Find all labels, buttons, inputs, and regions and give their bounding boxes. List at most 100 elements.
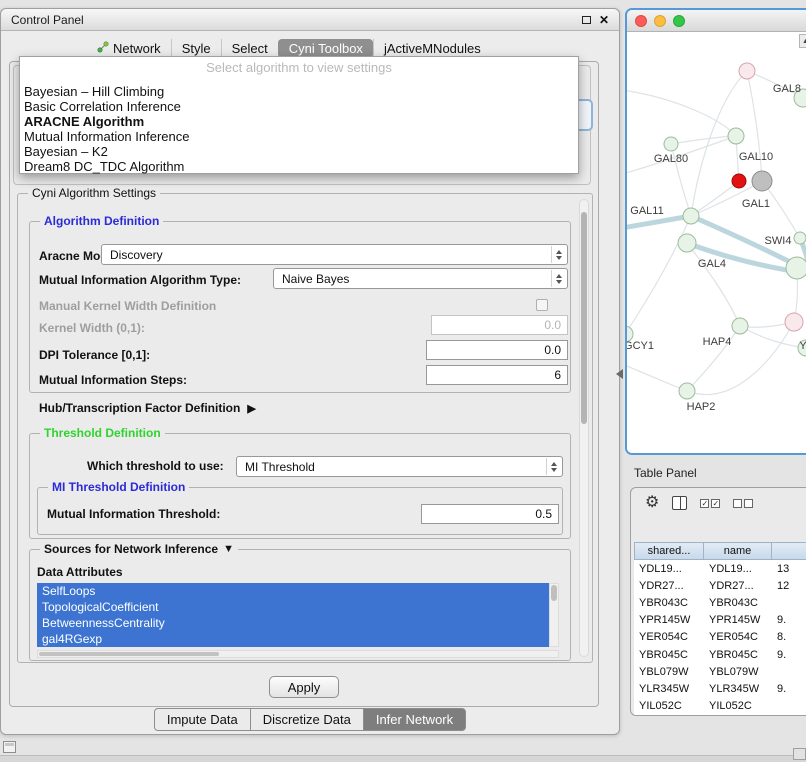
bottom-tab-discretize-data[interactable]: Discretize Data <box>250 708 364 731</box>
which-threshold-select[interactable]: MI Threshold <box>236 456 563 477</box>
attribute-item[interactable]: gal4RGexp <box>37 631 549 647</box>
table-row[interactable]: YER054CYER054C8. <box>634 629 806 646</box>
network-node[interactable] <box>794 232 806 244</box>
close-icon[interactable]: ✕ <box>599 14 609 26</box>
columns-icon[interactable] <box>672 496 687 510</box>
attribute-item[interactable]: TopologicalCoefficient <box>37 599 549 615</box>
settings-scrollbar[interactable] <box>579 199 589 657</box>
table-row[interactable]: YPR145WYPR145W9. <box>634 612 806 629</box>
table-cell: YIL052C <box>634 700 704 712</box>
table-cell: 13 <box>772 563 806 575</box>
network-node[interactable] <box>785 313 803 331</box>
dpi-tolerance-field[interactable]: 0.0 <box>426 340 568 360</box>
algorithm-option[interactable]: Basic Correlation Inference <box>20 99 578 114</box>
network-node[interactable] <box>678 234 696 252</box>
table-row[interactable]: YDR27...YDR27...12 <box>634 577 806 594</box>
node-label: GAL4 <box>698 258 726 270</box>
mi-type-value: Naive Bayes <box>282 272 349 286</box>
algorithm-option[interactable]: Bayesian – Hill Climbing <box>20 84 578 99</box>
corner-grip-icon[interactable] <box>793 748 806 760</box>
table-cell: YDL19... <box>634 563 704 575</box>
float-window-icon[interactable] <box>582 16 591 24</box>
algorithm-option[interactable]: Bayesian – K2 <box>20 144 578 159</box>
attributes-list[interactable]: SelfLoopsTopologicalCoefficientBetweenne… <box>37 583 549 647</box>
network-node[interactable] <box>728 128 744 144</box>
table-row[interactable]: YLR345WYLR345W9. <box>634 680 806 697</box>
zoom-traffic-light-icon[interactable] <box>673 15 685 27</box>
close-traffic-light-icon[interactable] <box>635 15 647 27</box>
table-row[interactable]: YBR043CYBR043C <box>634 594 806 611</box>
attributes-vscrollbar[interactable] <box>549 583 559 647</box>
gear-icon[interactable]: ⚙ <box>645 495 659 511</box>
node-label: Y <box>799 340 806 352</box>
node-label: GAL10 <box>739 151 773 163</box>
algorithm-option[interactable]: Dream8 DC_TDC Algorithm <box>20 159 578 174</box>
network-node[interactable] <box>786 257 806 279</box>
node-label: GAL8 <box>773 83 801 95</box>
attribute-item[interactable]: SelfLoops <box>37 583 549 599</box>
deselect-all-icon[interactable] <box>733 499 753 508</box>
control-panel-titlebar[interactable]: Control Panel ✕ <box>1 9 619 31</box>
table-cell: 9. <box>772 683 806 695</box>
tab-style[interactable]: Style <box>171 39 221 58</box>
algorithm-option[interactable]: Mutual Information Inference <box>20 129 578 144</box>
settings-scrollbar-thumb[interactable] <box>581 212 587 424</box>
sources-group-title[interactable]: Sources for Network Inference ▼ <box>40 542 238 556</box>
tab-jactivemnodules[interactable]: jActiveMNodules <box>373 39 491 58</box>
kernel-width-value: 0.0 <box>544 318 561 332</box>
attributes-hscroll-thumb[interactable] <box>39 652 219 656</box>
network-node[interactable] <box>739 63 755 79</box>
mi-steps-field[interactable]: 6 <box>426 365 568 385</box>
network-edge <box>627 364 687 391</box>
collapsed-panel-icon[interactable] <box>3 741 16 753</box>
mi-type-label: Mutual Information Algorithm Type: <box>39 273 241 287</box>
hub-definition-toggle[interactable]: Hub/Transcription Factor Definition ▶ <box>39 401 256 415</box>
table-row[interactable]: YDL19...YDL19...13 <box>634 560 806 577</box>
bottom-tab-impute-data[interactable]: Impute Data <box>154 708 251 731</box>
aracne-mode-select[interactable]: Discovery <box>101 244 568 265</box>
unchecked-box-icon <box>744 499 753 508</box>
network-node[interactable] <box>664 137 678 151</box>
mi-steps-label: Mutual Information Steps: <box>39 373 187 387</box>
table-row[interactable]: YIL052CYIL052C <box>634 698 806 715</box>
column-header[interactable]: shared... <box>634 542 704 560</box>
split-collapse-arrow-icon[interactable] <box>616 369 623 379</box>
attributes-hscrollbar[interactable] <box>37 650 559 658</box>
tab-cyni-toolbox[interactable]: Cyni Toolbox <box>278 39 373 58</box>
table-row[interactable]: YBR045CYBR045C9. <box>634 646 806 663</box>
bottom-tab-infer-network[interactable]: Infer Network <box>363 708 466 731</box>
disclosure-right-icon: ▶ <box>247 402 255 415</box>
column-header[interactable] <box>772 542 806 560</box>
column-header[interactable]: name <box>704 542 772 560</box>
table-cell: YPR145W <box>634 614 704 626</box>
network-node[interactable] <box>732 174 746 188</box>
select-all-icon[interactable]: ✓ ✓ <box>700 499 720 508</box>
node-label: GAL11 <box>630 205 663 217</box>
aracne-mode-value: Discovery <box>110 248 163 262</box>
kernel-width-field[interactable]: 0.0 <box>431 315 568 335</box>
tab-select[interactable]: Select <box>221 39 278 58</box>
mi-type-select[interactable]: Naive Bayes <box>273 268 568 289</box>
network-node[interactable] <box>679 383 695 399</box>
network-window-titlebar[interactable] <box>627 10 806 32</box>
network-node[interactable] <box>752 171 772 191</box>
minimize-traffic-light-icon[interactable] <box>654 15 666 27</box>
manual-kernel-checkbox[interactable] <box>536 299 548 311</box>
algorithm-option[interactable]: ARACNE Algorithm <box>20 114 578 129</box>
checked-box-icon: ✓ <box>711 499 720 508</box>
kernel-width-label: Kernel Width (0,1): <box>39 321 145 335</box>
table-cell: YBL079W <box>634 666 704 678</box>
table-row[interactable]: YBL079WYBL079W <box>634 663 806 680</box>
tab-network[interactable]: Network <box>87 39 171 58</box>
network-node[interactable] <box>732 318 748 334</box>
network-canvas[interactable]: GAL80GAL10GAL11GAL1SWI4GAL4GCY1HAP4HAP2G… <box>627 32 806 453</box>
network-node[interactable] <box>683 208 699 224</box>
desktop: { "window": { "title": "Control Panel" }… <box>0 0 806 762</box>
attributes-vscroll-thumb[interactable] <box>551 585 557 601</box>
table-cell: YBL079W <box>704 666 772 678</box>
apply-button[interactable]: Apply <box>269 676 339 698</box>
attribute-item[interactable]: BetweennessCentrality <box>37 615 549 631</box>
scroll-up-icon[interactable]: ▲ <box>799 34 806 48</box>
table-cell: 9. <box>772 614 806 626</box>
mi-threshold-field[interactable]: 0.5 <box>421 504 559 524</box>
